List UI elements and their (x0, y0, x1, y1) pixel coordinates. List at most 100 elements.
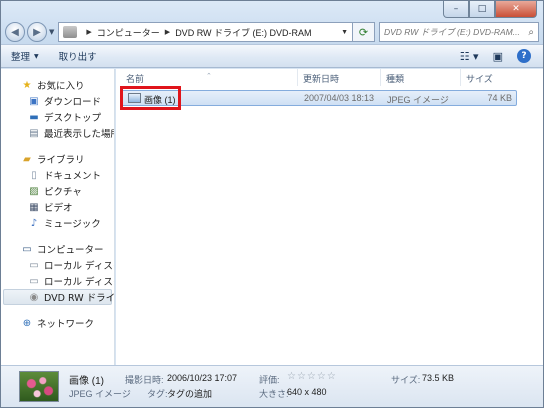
sidebar-item-downloads[interactable]: ▣ ダウンロード (1, 93, 114, 109)
details-taken-label: 撮影日時: (125, 375, 164, 385)
search-box[interactable]: ⌕ (379, 22, 539, 42)
recent-places-icon: ▤ (29, 127, 39, 139)
details-tags-value[interactable]: タグの追加 (167, 387, 212, 400)
sidebar-item-local-disk-c[interactable]: ▭ ローカル ディスク ( (1, 257, 114, 273)
chevron-right-icon[interactable]: ▶ (86, 28, 91, 36)
column-header-type[interactable]: 種類 (386, 72, 404, 85)
file-list: 名前 ⌃ 更新日時 種類 サイズ 画像 (1) 2007/04/03 18:13… (116, 69, 543, 365)
sidebar-item-documents[interactable]: ▯ ドキュメント (1, 167, 114, 183)
back-button[interactable]: ◀ (5, 22, 25, 42)
sidebar-group-libraries[interactable]: ▰ ライブラリ (1, 151, 114, 167)
sort-indicator-icon: ⌃ (206, 73, 212, 80)
sidebar-item-label: デスクトップ (44, 113, 102, 124)
details-taken-value[interactable]: 2006/10/23 17:07 (167, 373, 237, 383)
navigation-pane: ★ お気に入り ▣ ダウンロード ▬ デスクトップ ▤ 最近表示した場所 ▰ ラ… (1, 69, 115, 365)
forward-arrow-icon: ▶ (33, 26, 41, 38)
breadcrumb-dvd-drive[interactable]: DVD RW ドライブ (E:) DVD-RAM (175, 26, 311, 39)
computer-icon: ▭ (22, 243, 32, 255)
sidebar-group-label: ネットワーク (37, 319, 95, 330)
sidebar-item-label: ローカル ディスク ( (44, 261, 114, 272)
dvd-drive-icon: ◉ (29, 291, 39, 303)
details-size-value: 73.5 KB (422, 373, 455, 383)
picture-icon: ▨ (29, 185, 39, 197)
explorer-window: – □ ✕ ◀ ▶ ▼ ▶ コンピューター ▶ DVD RW ドライブ (E:)… (0, 0, 544, 408)
sidebar-item-label: ビデオ (44, 203, 73, 214)
close-button[interactable]: ✕ (495, 1, 537, 18)
organize-button[interactable]: 整理 ▼ (11, 49, 39, 63)
eject-button[interactable]: 取り出す (59, 49, 97, 63)
sidebar-item-label: ピクチャ (44, 187, 82, 198)
forward-button[interactable]: ▶ (27, 22, 47, 42)
music-icon: ♪ (30, 217, 38, 229)
column-header-name[interactable]: 名前 (126, 72, 144, 85)
sidebar-item-label: ドキュメント (44, 171, 102, 182)
sidebar-item-desktop[interactable]: ▬ デスクトップ (1, 109, 114, 125)
sidebar-group-favorites[interactable]: ★ お気に入り (1, 77, 114, 93)
desktop-icon: ▬ (29, 111, 39, 123)
sidebar-item-pictures[interactable]: ▨ ピクチャ (1, 183, 114, 199)
file-type: JPEG イメージ (387, 95, 449, 105)
jpeg-file-icon (128, 93, 141, 103)
star-icon: ★ (22, 79, 32, 91)
sidebar-item-label: ミュージック (44, 219, 101, 230)
search-input[interactable] (384, 27, 529, 37)
network-icon: ⊕ (22, 317, 32, 329)
column-headers: 名前 ⌃ 更新日時 種類 サイズ (116, 69, 543, 86)
sidebar-item-music[interactable]: ♪ ミュージック (1, 215, 114, 231)
address-dropdown-icon[interactable]: ▼ (341, 29, 348, 36)
help-icon[interactable]: ? (517, 49, 531, 63)
sidebar-group-label: お気に入り (37, 81, 85, 92)
library-icon: ▰ (23, 153, 31, 165)
preview-pane-icon[interactable]: ▣ (493, 50, 503, 63)
sidebar-group-label: コンピューター (37, 245, 104, 256)
hard-drive-icon: ▭ (29, 259, 39, 271)
recent-pages-dropdown[interactable]: ▼ (49, 28, 54, 36)
video-icon: ▦ (29, 201, 39, 213)
view-options-icon[interactable]: ☷ ▾ (460, 50, 479, 63)
file-modified: 2007/04/03 18:13 (304, 93, 375, 103)
sidebar-item-recent-places[interactable]: ▤ 最近表示した場所 (1, 125, 114, 141)
maximize-button[interactable]: □ (469, 1, 495, 18)
refresh-icon: ⟳ (358, 25, 369, 39)
sidebar-item-label: ローカル ディスク ( (44, 277, 114, 288)
breadcrumb-computer[interactable]: コンピューター (97, 26, 160, 39)
downloads-folder-icon: ▣ (29, 95, 39, 107)
details-tags-label: タグ: (147, 389, 168, 399)
details-pane: 画像 (1) JPEG イメージ 撮影日時: 2006/10/23 17:07 … (1, 365, 543, 407)
image-thumbnail (19, 371, 59, 402)
sidebar-item-label: ダウンロード (44, 97, 102, 108)
sidebar-item-label: 最近表示した場所 (44, 129, 115, 140)
sidebar-group-computer[interactable]: ▭ コンピューター (1, 241, 114, 257)
rating-stars-icon[interactable]: ☆☆☆☆☆ (287, 371, 337, 382)
column-header-size[interactable]: サイズ (466, 72, 493, 85)
sidebar-item-local-disk-d[interactable]: ▭ ローカル ディスク ( (1, 273, 114, 289)
sidebar-item-videos[interactable]: ▦ ビデオ (1, 199, 114, 215)
minimize-button[interactable]: – (443, 1, 469, 18)
table-row[interactable]: 画像 (1) 2007/04/03 18:13 JPEG イメージ 74 KB (120, 90, 517, 106)
sidebar-group-network[interactable]: ⊕ ネットワーク (1, 315, 114, 331)
details-dimensions-value: 640 x 480 (287, 387, 327, 397)
file-size: 74 KB (487, 93, 512, 103)
chevron-down-icon: ▼ (34, 52, 39, 60)
hard-drive-icon: ▭ (29, 275, 39, 287)
sidebar-group-label: ライブラリ (37, 155, 85, 166)
details-file-name: 画像 (1) (69, 376, 104, 387)
address-bar[interactable]: ▶ コンピューター ▶ DVD RW ドライブ (E:) DVD-RAM ▼ (58, 22, 353, 42)
computer-icon (63, 26, 78, 38)
details-file-type: JPEG イメージ (69, 389, 131, 399)
back-arrow-icon: ◀ (11, 26, 19, 38)
sidebar-item-label: DVD RW ドライブ (44, 293, 115, 304)
organize-label: 整理 (11, 52, 31, 63)
refresh-button[interactable]: ⟳ (353, 22, 375, 42)
navigation-bar: ◀ ▶ ▼ ▶ コンピューター ▶ DVD RW ドライブ (E:) DVD-R… (5, 21, 539, 43)
file-name[interactable]: 画像 (1) (144, 93, 176, 106)
details-dimensions-label: 大きさ: (259, 389, 289, 399)
column-header-modified[interactable]: 更新日時 (303, 72, 339, 85)
search-icon[interactable]: ⌕ (528, 27, 534, 38)
document-icon: ▯ (31, 169, 37, 181)
title-bar: – □ ✕ ◀ ▶ ▼ ▶ コンピューター ▶ DVD RW ドライブ (E:)… (1, 1, 543, 44)
details-size-label: サイズ: (391, 375, 421, 385)
window-controls: – □ ✕ (443, 1, 537, 19)
sidebar-item-dvd-drive[interactable]: ◉ DVD RW ドライブ (3, 289, 115, 305)
chevron-right-icon[interactable]: ▶ (165, 28, 170, 36)
